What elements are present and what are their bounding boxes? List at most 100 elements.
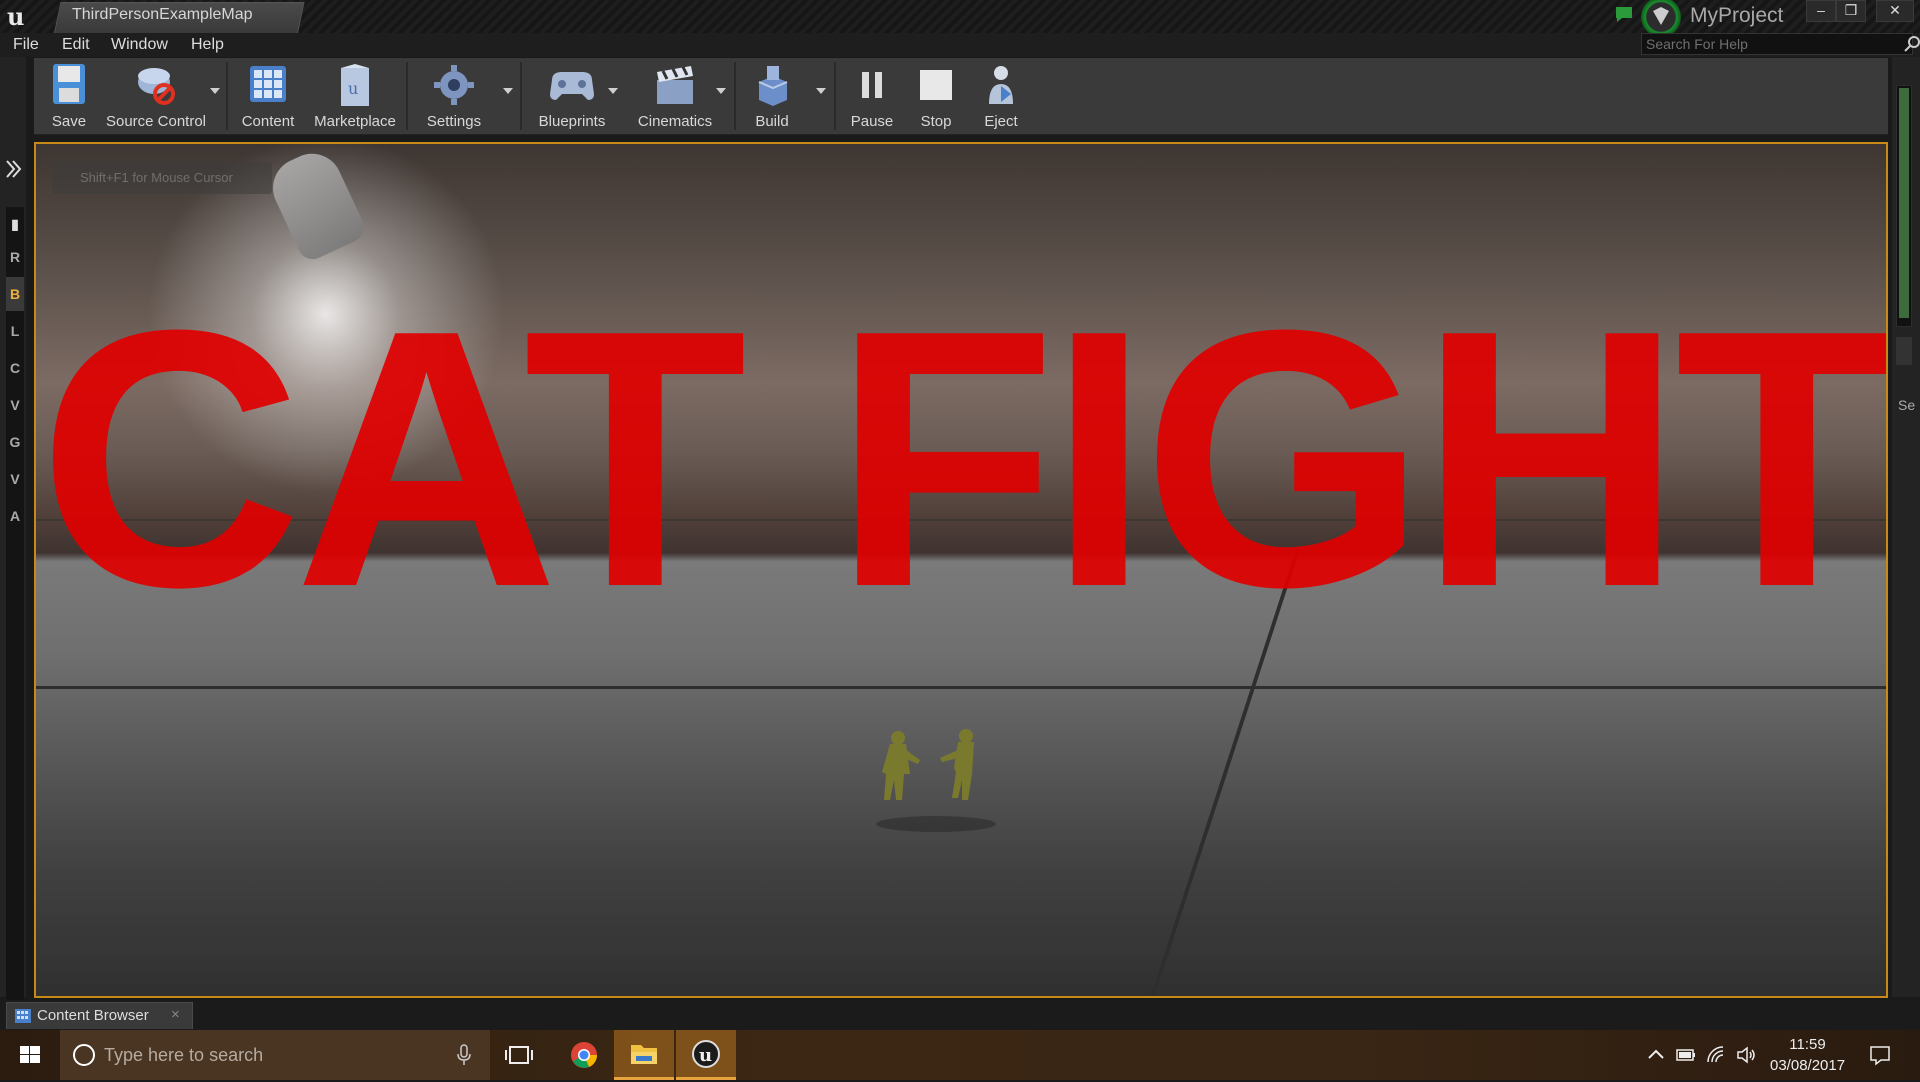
- settings-gear-icon: [434, 65, 474, 105]
- help-search-input[interactable]: [1646, 34, 1886, 54]
- svg-text:u: u: [7, 2, 24, 30]
- fighting-characters: [876, 729, 996, 832]
- system-clock[interactable]: 11:59 03/08/2017: [1770, 1034, 1845, 1076]
- mode-tab-cinematic[interactable]: C: [6, 351, 24, 385]
- build-dropdown-icon[interactable]: [816, 88, 826, 94]
- save-icon: [53, 64, 85, 104]
- scrollbar-thumb[interactable]: [1899, 88, 1909, 318]
- clock-date: 03/08/2017: [1770, 1057, 1846, 1074]
- pause-icon: [862, 72, 882, 98]
- settings-dropdown-icon[interactable]: [503, 88, 513, 94]
- chrome-icon[interactable]: [554, 1030, 614, 1080]
- toolbar-separator: [226, 62, 228, 130]
- battery-icon[interactable]: [1675, 1044, 1697, 1066]
- windows-taskbar: u 11:59 03/08/2017: [0, 1030, 1920, 1080]
- unreal-engine-icon: u: [692, 1040, 720, 1068]
- level-viewport[interactable]: Shift+F1 for Mouse Cursor CAT FIGHT: [34, 142, 1888, 998]
- taskbar-search-box: [60, 1030, 490, 1080]
- build-label: Build: [755, 113, 789, 130]
- marketplace-label: Marketplace: [314, 113, 396, 130]
- eject-label: Eject: [984, 113, 1018, 130]
- stop-button[interactable]: Stop: [906, 58, 966, 134]
- mode-tab-visual-effects[interactable]: V: [6, 388, 24, 422]
- menu-bar: File Edit Window Help: [0, 33, 1920, 57]
- mode-tab-volumes[interactable]: V: [6, 462, 24, 496]
- source-control-icon: [138, 68, 175, 105]
- source-control-dropdown-icon[interactable]: [210, 88, 220, 94]
- task-view-icon[interactable]: [490, 1030, 550, 1080]
- save-label: Save: [51, 113, 87, 130]
- content-browser-tab[interactable]: Content Browser ×: [6, 1002, 193, 1029]
- mode-tab-basic[interactable]: B: [6, 277, 24, 311]
- toolbar-separator: [406, 62, 408, 130]
- pause-button[interactable]: Pause: [840, 58, 904, 134]
- cinematics-label: Cinematics: [637, 113, 713, 130]
- cinematics-button[interactable]: Cinematics: [626, 58, 724, 134]
- title-bar: u ThirdPersonExampleMap MyProject – ❐ ✕: [0, 0, 1920, 37]
- modes-pin-icon[interactable]: ▮: [6, 207, 24, 241]
- chevron-up-icon[interactable]: [1645, 1044, 1667, 1066]
- build-button[interactable]: Build: [740, 58, 804, 134]
- blueprints-label: Blueprints: [538, 113, 606, 130]
- cinematics-clapperboard-icon: [657, 66, 693, 104]
- save-button[interactable]: Save: [40, 58, 98, 134]
- eject-pawn-icon: [989, 66, 1013, 104]
- file-explorer-button[interactable]: [614, 1030, 674, 1080]
- search-icon[interactable]: [1904, 35, 1920, 53]
- microphone-icon[interactable]: [456, 1044, 472, 1066]
- content-browser-label: Content Browser: [37, 1007, 149, 1024]
- stop-label: Stop: [920, 113, 952, 130]
- menu-window[interactable]: Window: [111, 33, 168, 57]
- marketplace-button[interactable]: u Marketplace: [308, 58, 402, 134]
- build-blocks-icon: [758, 66, 788, 106]
- blueprints-dropdown-icon[interactable]: [608, 88, 618, 94]
- settings-button[interactable]: Settings: [412, 58, 496, 134]
- mode-tab-recent[interactable]: R: [6, 240, 24, 274]
- close-tab-icon[interactable]: ×: [171, 1006, 180, 1023]
- taskbar-search-input[interactable]: [104, 1044, 434, 1066]
- marketplace-icon: u: [341, 64, 369, 106]
- wifi-icon[interactable]: [1705, 1044, 1727, 1066]
- menu-help[interactable]: Help: [191, 33, 224, 57]
- close-button[interactable]: ✕: [1876, 0, 1914, 22]
- cursor-hint-text: Shift+F1 for Mouse Cursor: [80, 170, 233, 185]
- cinematics-dropdown-icon[interactable]: [716, 88, 726, 94]
- right-panel-scrollbar[interactable]: [1896, 85, 1912, 327]
- source-control-status-icon[interactable]: [1641, 0, 1681, 37]
- toolbar-separator: [520, 62, 522, 130]
- cat-fight-overlay-title: CAT FIGHT: [38, 254, 1888, 663]
- help-search-box: [1641, 33, 1913, 55]
- windows-start-icon[interactable]: [10, 1030, 50, 1080]
- stop-icon: [920, 70, 952, 100]
- toolbar-separator: [734, 62, 736, 130]
- bottom-tab-bar: Content Browser ×: [0, 1000, 1920, 1030]
- right-panel-tab[interactable]: [1896, 337, 1912, 365]
- toolbar-separator: [834, 62, 836, 130]
- settings-label: Settings: [426, 113, 482, 130]
- minimize-button[interactable]: –: [1806, 0, 1836, 22]
- volume-icon[interactable]: [1735, 1044, 1757, 1066]
- blueprints-button[interactable]: Blueprints: [528, 58, 616, 134]
- cursor-hint: Shift+F1 for Mouse Cursor: [52, 162, 272, 194]
- action-center-icon[interactable]: [1868, 1043, 1892, 1067]
- eject-button[interactable]: Eject: [970, 58, 1032, 134]
- content-button[interactable]: Content: [232, 58, 304, 134]
- source-control-button[interactable]: Source Control: [104, 58, 208, 134]
- restore-button[interactable]: ❐: [1836, 0, 1866, 22]
- mode-tab-geometry[interactable]: G: [6, 425, 24, 459]
- unreal-logo-icon[interactable]: u: [4, 2, 34, 30]
- cortana-circle-icon[interactable]: [72, 1043, 96, 1067]
- unreal-editor-taskbar-button[interactable]: u: [676, 1030, 736, 1080]
- mode-tab-lights[interactable]: L: [6, 314, 24, 348]
- clock-time: 11:59: [1789, 1036, 1826, 1053]
- chevron-right-icon[interactable]: [3, 157, 23, 181]
- mode-tab-all-classes[interactable]: A: [6, 499, 24, 533]
- menu-file[interactable]: File: [13, 33, 39, 57]
- menu-edit[interactable]: Edit: [62, 33, 90, 57]
- feedback-icon[interactable]: [1614, 5, 1636, 25]
- pause-label: Pause: [850, 113, 894, 130]
- main-toolbar: Save Source Control Content u Marketplac…: [34, 58, 1888, 135]
- level-tab-label: ThirdPersonExampleMap: [72, 6, 253, 23]
- floor-seam: [36, 686, 1886, 689]
- right-panel-label[interactable]: Se: [1898, 397, 1915, 413]
